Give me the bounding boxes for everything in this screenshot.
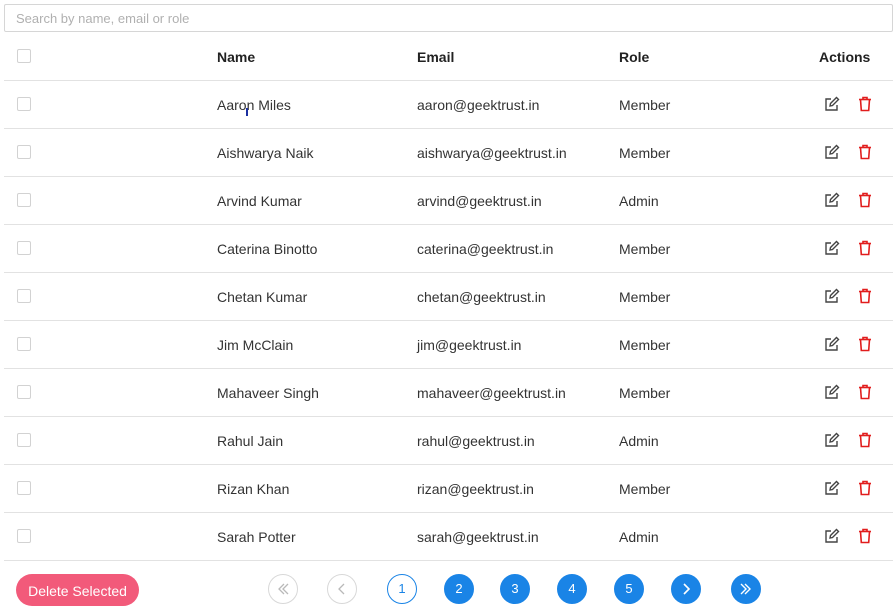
trash-icon[interactable] bbox=[857, 96, 873, 112]
trash-icon[interactable] bbox=[857, 288, 873, 304]
trash-icon[interactable] bbox=[857, 240, 873, 256]
select-all-checkbox[interactable] bbox=[17, 49, 31, 63]
row-email: caterina@geektrust.in bbox=[417, 241, 554, 257]
row-name: Jim McClain bbox=[217, 337, 294, 353]
row-name: Caterina Binotto bbox=[217, 241, 318, 257]
next-page-button[interactable] bbox=[671, 574, 701, 604]
delete-selected-button[interactable]: Delete Selected bbox=[16, 574, 139, 606]
row-name: Rizan Khan bbox=[217, 481, 290, 497]
last-page-button[interactable] bbox=[731, 574, 761, 604]
table-row: Aishwarya Naik aishwarya@geektrust.in Memb… bbox=[4, 129, 893, 177]
page-1-button[interactable]: 1 bbox=[387, 574, 417, 604]
table-row: Caterina Binotto caterina@geektrust.in Mem… bbox=[4, 225, 893, 273]
page-4-button[interactable]: 4 bbox=[557, 574, 587, 604]
table-row: Aaron Miles aaron@geektrust.in Member bbox=[4, 81, 893, 129]
edit-icon[interactable] bbox=[824, 432, 840, 448]
table-row: Mahaveer Singh mahaveer@geektrust.in Membe… bbox=[4, 369, 893, 417]
row-role: Member bbox=[619, 385, 671, 401]
row-checkbox[interactable] bbox=[17, 193, 31, 207]
edit-icon[interactable] bbox=[824, 192, 840, 208]
column-header-actions: Actions bbox=[819, 49, 871, 65]
user-admin-app: Name Email Role Actions Aaron Miles aaron… bbox=[0, 0, 895, 606]
edit-icon[interactable] bbox=[824, 528, 840, 544]
trash-icon[interactable] bbox=[857, 384, 873, 400]
prev-page-button[interactable] bbox=[327, 574, 357, 604]
row-name: Aaron Miles bbox=[217, 97, 291, 113]
row-email: arvind@geektrust.in bbox=[417, 193, 542, 209]
row-role: Member bbox=[619, 289, 671, 305]
table-row: Rahul Jain rahul@geektrust.in Admin bbox=[4, 417, 893, 465]
row-name: Rahul Jain bbox=[217, 433, 284, 449]
first-page-button[interactable] bbox=[268, 574, 298, 604]
text-cursor bbox=[246, 108, 248, 116]
table-row: Rizan Khan rizan@geektrust.in Member bbox=[4, 465, 893, 513]
search-input[interactable] bbox=[5, 5, 892, 31]
row-role: Member bbox=[619, 337, 671, 353]
column-header-role: Role bbox=[619, 49, 650, 65]
row-email: aishwarya@geektrust.in bbox=[417, 145, 567, 161]
row-checkbox[interactable] bbox=[17, 529, 31, 543]
row-checkbox[interactable] bbox=[17, 241, 31, 255]
row-checkbox[interactable] bbox=[17, 337, 31, 351]
table-row: Sarah Potter sarah@geektrust.in Admin bbox=[4, 513, 893, 561]
row-checkbox[interactable] bbox=[17, 97, 31, 111]
row-email: jim@geektrust.in bbox=[417, 337, 522, 353]
trash-icon[interactable] bbox=[857, 336, 873, 352]
table-row: Chetan Kumar chetan@geektrust.in Member bbox=[4, 273, 893, 321]
chevron-left-icon bbox=[336, 581, 348, 596]
edit-icon[interactable] bbox=[824, 96, 840, 112]
chevron-right-icon bbox=[680, 581, 692, 596]
column-header-email: Email bbox=[417, 49, 455, 65]
row-name: Mahaveer Singh bbox=[217, 385, 319, 401]
row-role: Admin bbox=[619, 529, 659, 545]
row-name: Chetan Kumar bbox=[217, 289, 308, 305]
row-role: Admin bbox=[619, 433, 659, 449]
table-row: Jim McClain jim@geektrust.in Member bbox=[4, 321, 893, 369]
column-header-name: Name bbox=[217, 49, 256, 65]
edit-icon[interactable] bbox=[824, 336, 840, 352]
row-role: Member bbox=[619, 145, 671, 161]
trash-icon[interactable] bbox=[857, 432, 873, 448]
row-name: Sarah Potter bbox=[217, 529, 296, 545]
edit-icon[interactable] bbox=[824, 288, 840, 304]
row-checkbox[interactable] bbox=[17, 145, 31, 159]
trash-icon[interactable] bbox=[857, 192, 873, 208]
edit-icon[interactable] bbox=[824, 384, 840, 400]
trash-icon[interactable] bbox=[857, 528, 873, 544]
row-role: Member bbox=[619, 97, 671, 113]
page-5-button[interactable]: 5 bbox=[614, 574, 644, 604]
trash-icon[interactable] bbox=[857, 480, 873, 496]
row-email: chetan@geektrust.in bbox=[417, 289, 546, 305]
row-email: aaron@geektrust.in bbox=[417, 97, 540, 113]
table-header: Name Email Role Actions bbox=[4, 33, 893, 81]
row-checkbox[interactable] bbox=[17, 289, 31, 303]
edit-icon[interactable] bbox=[824, 480, 840, 496]
trash-icon[interactable] bbox=[857, 144, 873, 160]
edit-icon[interactable] bbox=[824, 240, 840, 256]
row-role: Member bbox=[619, 241, 671, 257]
double-chevron-right-icon bbox=[739, 581, 753, 596]
table-footer: Delete Selected 1 2 3 4 5 bbox=[0, 560, 895, 606]
row-name: Aishwarya Naik bbox=[217, 145, 314, 161]
search-box bbox=[4, 4, 893, 32]
row-checkbox[interactable] bbox=[17, 385, 31, 399]
row-checkbox[interactable] bbox=[17, 433, 31, 447]
table-row: Arvind Kumar arvind@geektrust.in Admin bbox=[4, 177, 893, 225]
row-email: mahaveer@geektrust.in bbox=[417, 385, 566, 401]
row-email: sarah@geektrust.in bbox=[417, 529, 539, 545]
page-3-button[interactable]: 3 bbox=[500, 574, 530, 604]
row-role: Admin bbox=[619, 193, 659, 209]
row-role: Member bbox=[619, 481, 671, 497]
row-email: rizan@geektrust.in bbox=[417, 481, 534, 497]
edit-icon[interactable] bbox=[824, 144, 840, 160]
double-chevron-left-icon bbox=[276, 581, 290, 596]
row-email: rahul@geektrust.in bbox=[417, 433, 535, 449]
row-name: Arvind Kumar bbox=[217, 193, 302, 209]
page-2-button[interactable]: 2 bbox=[444, 574, 474, 604]
row-checkbox[interactable] bbox=[17, 481, 31, 495]
